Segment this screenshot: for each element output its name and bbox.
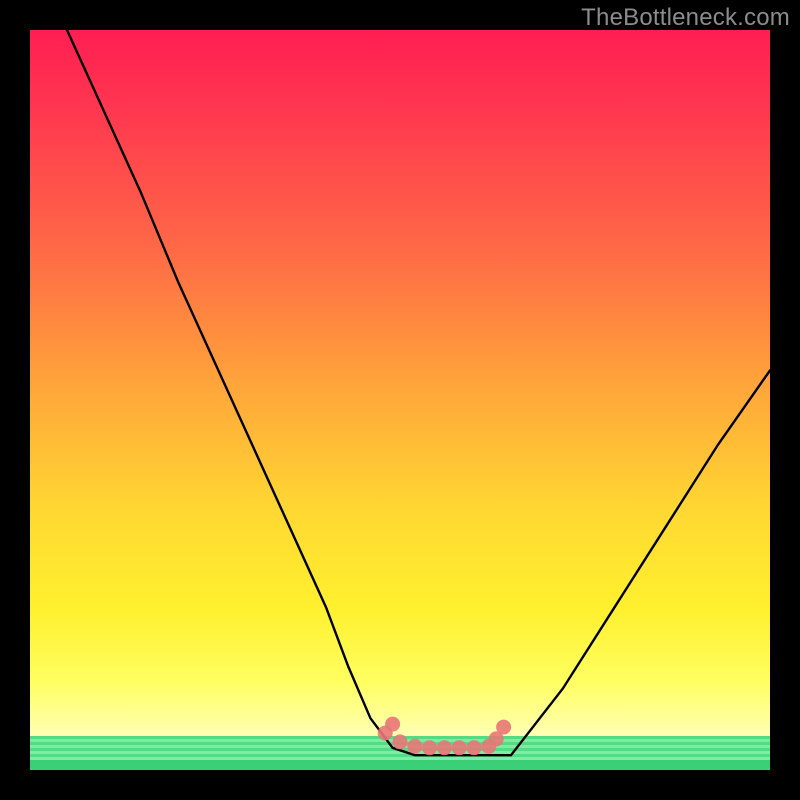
marker-dot xyxy=(385,717,400,732)
marker-dot xyxy=(407,739,422,754)
bottleneck-curve xyxy=(67,30,770,755)
marker-dot xyxy=(437,740,452,755)
chart-frame: TheBottleneck.com xyxy=(0,0,800,800)
marker-dot xyxy=(467,740,482,755)
plot-area xyxy=(30,30,770,770)
marker-dot xyxy=(422,740,437,755)
marker-dot xyxy=(452,740,467,755)
watermark-text: TheBottleneck.com xyxy=(581,4,790,32)
marker-dot xyxy=(496,720,511,735)
chart-svg xyxy=(30,30,770,770)
marker-dot xyxy=(393,734,408,749)
